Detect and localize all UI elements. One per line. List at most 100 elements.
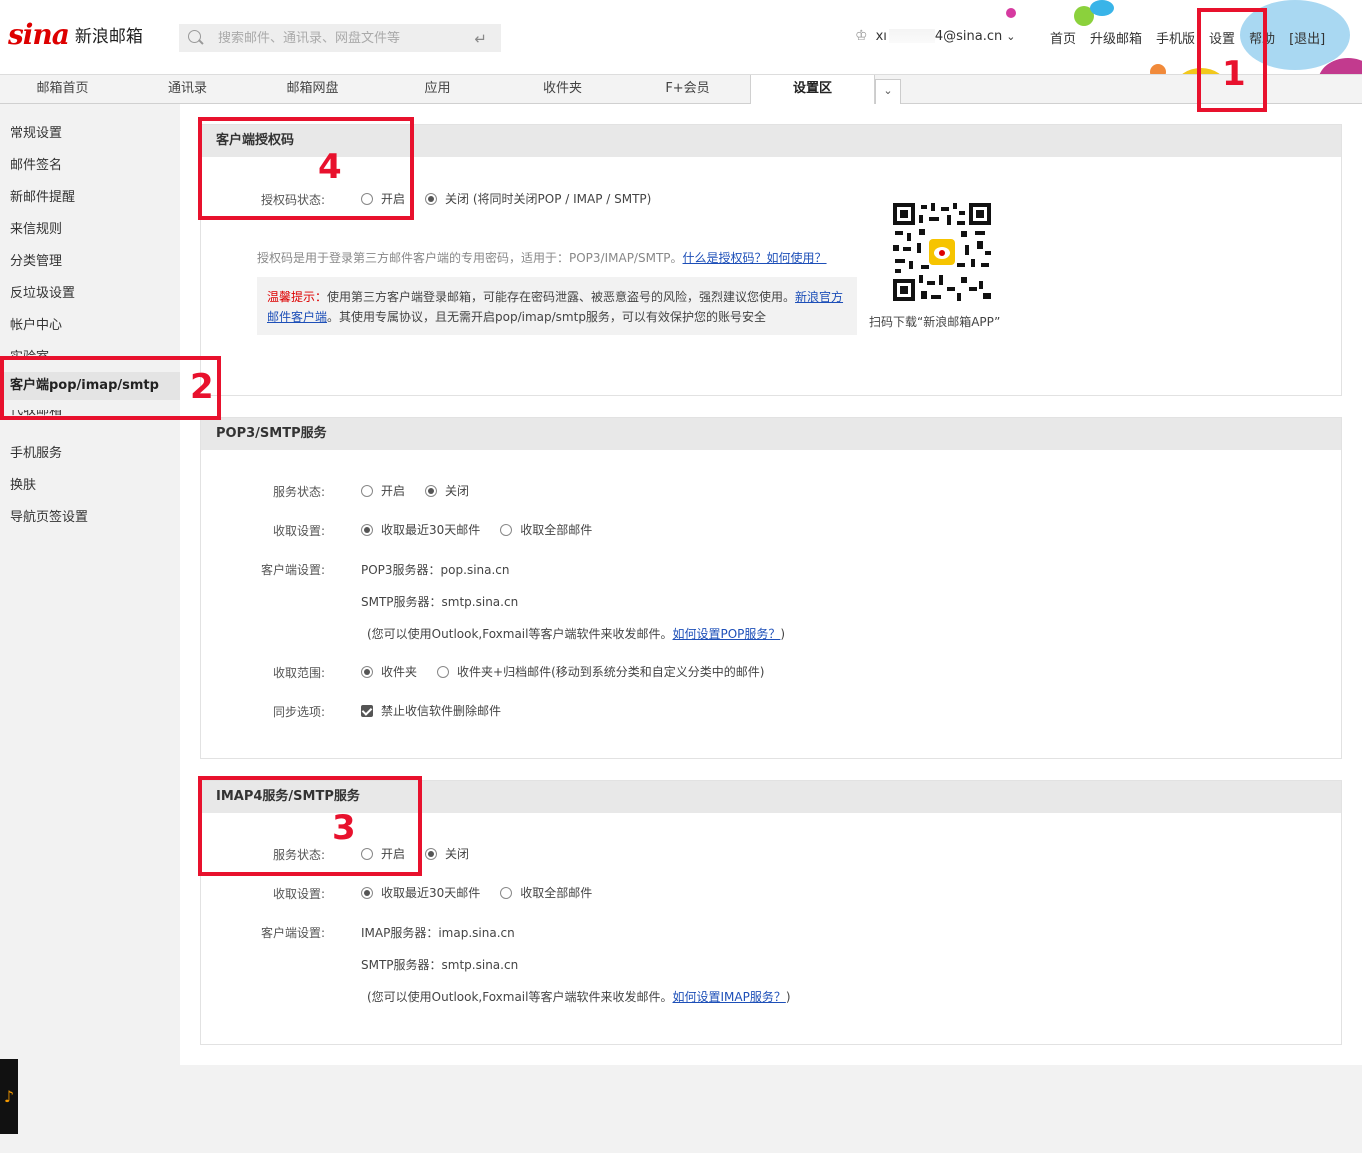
nav-logout[interactable]: [退出] bbox=[1289, 28, 1325, 47]
sidebar-item-skin[interactable]: 换肤 bbox=[10, 474, 36, 493]
radio-button[interactable] bbox=[361, 523, 373, 536]
nav-mobile[interactable]: 手机版 bbox=[1156, 28, 1195, 47]
warning-title: 温馨提示： bbox=[267, 290, 328, 304]
imap-fetch-all-option[interactable]: 收取全部邮件 bbox=[500, 884, 592, 901]
main-tabs: 邮箱首页 通讯录 邮箱网盘 应用 收件夹 F+会员 设置区 ⌄ bbox=[0, 74, 1362, 105]
pop-on-option[interactable]: 开启 bbox=[361, 482, 405, 499]
pop-sync-label: 同步选项: bbox=[272, 705, 325, 719]
tab-settings[interactable]: 设置区 bbox=[750, 75, 875, 105]
option-label: 收件夹+归档邮件(移动到系统分类和自定义分类中的邮件) bbox=[457, 665, 765, 679]
sidebar-item-categories[interactable]: 分类管理 bbox=[10, 250, 62, 269]
blurred-username bbox=[888, 29, 935, 43]
sidebar-item-anti-spam[interactable]: 反垃圾设置 bbox=[10, 282, 75, 301]
radio-button[interactable] bbox=[425, 847, 438, 860]
radio-button[interactable] bbox=[437, 665, 450, 678]
what-is-auth-code-link[interactable]: 什么是授权码？如何使用？ bbox=[683, 251, 827, 265]
imap-fetch-30-option[interactable]: 收取最近30天邮件 bbox=[361, 884, 480, 901]
how-to-set-pop-link[interactable]: 如何设置POP服务？ bbox=[672, 625, 780, 642]
option-label: 关闭 (将同时关闭POP / IMAP / SMTP) bbox=[445, 192, 652, 206]
pop3-server: POP3服务器：pop.sina.cn bbox=[361, 563, 510, 577]
pop-fetch-all-option[interactable]: 收取全部邮件 bbox=[500, 521, 592, 538]
sidebar-item-general[interactable]: 常规设置 bbox=[10, 122, 62, 141]
sidebar-item-nav-tab-settings[interactable]: 导航页签设置 bbox=[10, 506, 88, 525]
pop-off-option[interactable]: 关闭 bbox=[425, 482, 469, 499]
search-input[interactable] bbox=[218, 30, 468, 46]
checkbox[interactable] bbox=[361, 704, 373, 717]
sina-logo[interactable]: sina 新浪邮箱 bbox=[8, 12, 143, 56]
option-label: 收取全部邮件 bbox=[520, 886, 593, 900]
qr-code bbox=[891, 201, 993, 303]
radio-button[interactable] bbox=[361, 484, 373, 497]
pop-hint-text: (您可以使用Outlook,Foxmail等客户端软件来收发邮件。 bbox=[367, 627, 673, 641]
pop-range-options: 收件夹 收件夹+归档邮件(移动到系统分类和自定义分类中的邮件) bbox=[361, 663, 784, 680]
radio-button[interactable] bbox=[425, 484, 438, 497]
pop-fetch-label: 收取设置: bbox=[272, 524, 325, 538]
pop-sync-option[interactable]: 禁止收信软件删除邮件 bbox=[361, 702, 501, 719]
sidebar-item-signature[interactable]: 邮件签名 bbox=[10, 154, 62, 173]
enter-icon[interactable]: ↵ bbox=[474, 30, 487, 48]
imap-client-label: 客户端设置: bbox=[260, 926, 325, 940]
auth-description: 授权码是用于登录第三方邮件客户端的专用密码，适用于：POP3/IMAP/SMTP… bbox=[257, 249, 827, 266]
range-inbox-option[interactable]: 收件夹 bbox=[361, 663, 417, 680]
pop-hint: (您可以使用Outlook,Foxmail等客户端软件来收发邮件。 如何设置POP… bbox=[367, 625, 785, 642]
user-account[interactable]: ♔ xı 4@sina.cn ⌄ bbox=[855, 28, 1015, 44]
flower-decoration bbox=[1006, 8, 1016, 18]
tabs-more-button[interactable]: ⌄ bbox=[875, 79, 901, 105]
radio-button[interactable] bbox=[361, 665, 373, 678]
sidebar-item-mobile-service[interactable]: 手机服务 bbox=[10, 442, 62, 461]
annotation-number-4: 4 bbox=[318, 147, 342, 187]
tab-contacts[interactable]: 通讯录 bbox=[125, 75, 250, 103]
pop-client-label: 客户端设置: bbox=[260, 563, 325, 577]
sidebar-item-new-mail-alert[interactable]: 新邮件提醒 bbox=[10, 186, 75, 205]
option-label: 收取最近30天邮件 bbox=[381, 886, 481, 900]
annotation-box-2 bbox=[0, 356, 221, 420]
option-label: 关闭 bbox=[445, 847, 470, 861]
sidebar-item-account-center[interactable]: 帐户中心 bbox=[10, 314, 62, 333]
imap-hint: (您可以使用Outlook,Foxmail等客户端软件来收发邮件。 如何设置IMA… bbox=[367, 988, 791, 1005]
imap-off-option[interactable]: 关闭 bbox=[425, 845, 469, 862]
imap-server: IMAP服务器：imap.sina.cn bbox=[361, 926, 515, 940]
search-icon[interactable] bbox=[188, 30, 204, 46]
range-all-option[interactable]: 收件夹+归档邮件(移动到系统分类和自定义分类中的邮件) bbox=[437, 663, 764, 680]
radio-button[interactable] bbox=[500, 886, 513, 899]
flower-decoration bbox=[1150, 64, 1166, 74]
logo-mark: sina bbox=[8, 17, 70, 51]
nav-upgrade[interactable]: 升级邮箱 bbox=[1090, 28, 1142, 47]
imap-fetch-label: 收取设置: bbox=[272, 887, 325, 901]
radio-button[interactable] bbox=[425, 192, 438, 205]
pop-status-options: 开启 关闭 bbox=[361, 482, 489, 499]
top-nav: 首页 升级邮箱 手机版 设置 帮助 [退出] bbox=[1050, 28, 1339, 47]
radio-button[interactable] bbox=[500, 523, 513, 536]
annotation-number-3: 3 bbox=[332, 808, 356, 848]
header: sina 新浪邮箱 ↵ ♔ xı 4@sina.cn ⌄ 首页 升级邮箱 手机版… bbox=[0, 0, 1362, 74]
crown-icon: ♔ bbox=[855, 28, 868, 44]
option-label: 关闭 bbox=[445, 484, 470, 498]
music-player-icon[interactable]: ♪ bbox=[0, 1059, 18, 1134]
tab-netdisk[interactable]: 邮箱网盘 bbox=[250, 75, 375, 103]
auth-off-option[interactable]: 关闭 (将同时关闭POP / IMAP / SMTP) bbox=[425, 190, 651, 207]
imap-smtp-server: SMTP服务器：smtp.sina.cn bbox=[361, 958, 519, 972]
pop-smtp-server: SMTP服务器：smtp.sina.cn bbox=[361, 595, 519, 609]
option-label: 收取最近30天邮件 bbox=[381, 523, 481, 537]
tab-mail-home[interactable]: 邮箱首页 bbox=[0, 75, 125, 103]
annotation-box-4 bbox=[198, 117, 414, 220]
option-label: 开启 bbox=[381, 484, 406, 498]
tab-apps[interactable]: 应用 bbox=[375, 75, 500, 103]
auth-description-text: 授权码是用于登录第三方邮件客户端的专用密码，适用于：POP3/IMAP/SMTP… bbox=[257, 251, 683, 265]
annotation-number-1: 1 bbox=[1222, 54, 1246, 94]
pop-fetch-30-option[interactable]: 收取最近30天邮件 bbox=[361, 521, 480, 538]
tab-fplus-member[interactable]: F+会员 bbox=[625, 75, 750, 103]
option-label: 禁止收信软件删除邮件 bbox=[381, 704, 502, 718]
tab-inbox[interactable]: 收件夹 bbox=[500, 75, 625, 103]
radio-button[interactable] bbox=[361, 886, 373, 899]
logo-text: 新浪邮箱 bbox=[74, 26, 143, 47]
imap-fetch-options: 收取最近30天邮件 收取全部邮件 bbox=[361, 884, 612, 901]
how-to-set-imap-link[interactable]: 如何设置IMAP服务？ bbox=[672, 988, 785, 1005]
user-name-prefix: xı bbox=[875, 28, 887, 44]
settings-sidebar: 常规设置 邮件签名 新邮件提醒 来信规则 分类管理 反垃圾设置 帐户中心 实验室… bbox=[0, 104, 180, 1153]
chevron-down-icon[interactable]: ⌄ bbox=[1006, 30, 1015, 43]
pop-range-label: 收取范围: bbox=[272, 666, 325, 680]
sidebar-item-rules[interactable]: 来信规则 bbox=[10, 218, 62, 237]
nav-home[interactable]: 首页 bbox=[1050, 28, 1076, 47]
panel-title: POP3/SMTP服务 bbox=[201, 418, 1341, 450]
